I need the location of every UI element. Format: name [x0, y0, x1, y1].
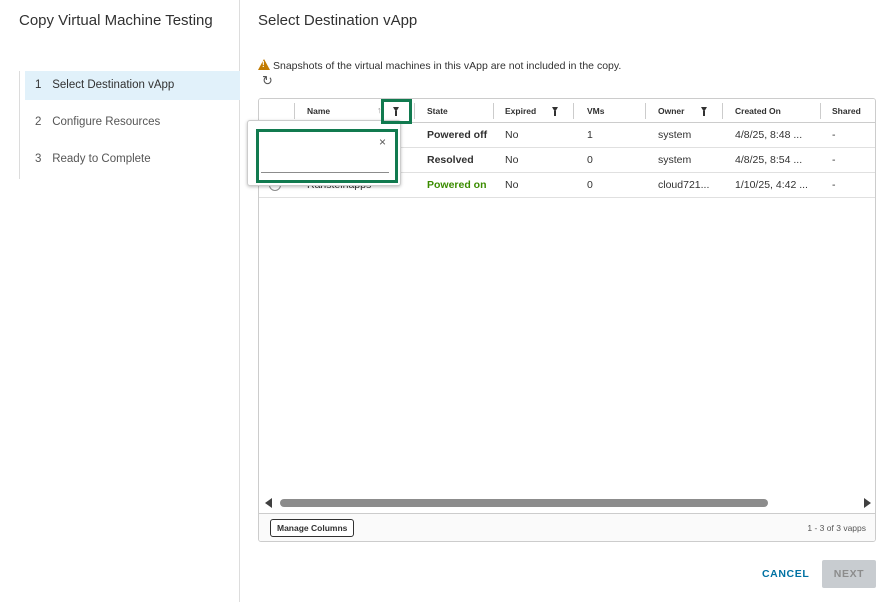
cell-owner: system — [658, 129, 692, 141]
expired-filter-icon[interactable] — [552, 107, 558, 116]
step-number: 2 — [35, 116, 42, 128]
cell-created-on: 4/8/25, 8:48 ... — [735, 129, 803, 141]
cell-vms: 0 — [587, 179, 593, 191]
column-header-vms[interactable]: VMs — [587, 99, 604, 123]
column-separator — [573, 103, 574, 119]
cell-expired: No — [505, 154, 519, 166]
cell-state: Powered off — [427, 129, 488, 141]
column-separator — [493, 103, 494, 119]
filter-input-highlight — [256, 129, 398, 183]
horizontal-scrollbar[interactable] — [265, 497, 871, 509]
cancel-button[interactable]: CANCEL — [752, 563, 819, 585]
column-separator — [722, 103, 723, 119]
wizard-steps: 1 Select Destination vApp 2 Configure Re… — [19, 71, 240, 179]
manage-columns-button[interactable]: Manage Columns — [270, 519, 355, 537]
cell-expired: No — [505, 129, 519, 141]
step-number: 1 — [35, 79, 42, 91]
scrollbar-thumb[interactable] — [280, 499, 768, 507]
wizard-title: Copy Virtual Machine Testing — [19, 12, 213, 29]
column-header-state[interactable]: State — [427, 99, 448, 123]
cell-owner: system — [658, 154, 692, 166]
step-label: Select Destination vApp — [52, 79, 175, 91]
cell-created-on: 4/8/25, 8:54 ... — [735, 154, 803, 166]
column-separator — [414, 103, 415, 119]
step-select-destination-vapp[interactable]: 1 Select Destination vApp — [25, 71, 240, 100]
column-header-created-on[interactable]: Created On — [735, 99, 781, 123]
cell-created-on: 1/10/25, 4:42 ... — [735, 179, 808, 191]
wizard-sidebar: Copy Virtual Machine Testing 1 Select De… — [0, 0, 240, 602]
scroll-left-icon[interactable] — [265, 498, 272, 508]
step-label: Ready to Complete — [52, 153, 151, 165]
step-label: Configure Resources — [52, 116, 161, 128]
scroll-right-icon[interactable] — [864, 498, 871, 508]
cell-expired: No — [505, 179, 519, 191]
column-header-expired[interactable]: Expired — [505, 99, 536, 123]
warning-text: Snapshots of the virtual machines in thi… — [273, 60, 622, 72]
warning-icon — [258, 59, 270, 70]
cell-shared: - — [832, 154, 836, 166]
cell-state: Powered on — [427, 179, 487, 191]
cell-vms: 0 — [587, 154, 593, 166]
cell-vms: 1 — [587, 129, 593, 141]
column-header-owner[interactable]: Owner — [658, 99, 684, 123]
grid-footer: Manage Columns 1 - 3 of 3 vapps — [259, 513, 875, 541]
main-content: Select Destination vApp Snapshots of the… — [240, 0, 887, 602]
cell-shared: - — [832, 179, 836, 191]
column-separator — [645, 103, 646, 119]
snapshot-warning: Snapshots of the virtual machines in thi… — [258, 58, 621, 73]
next-button[interactable]: NEXT — [822, 560, 876, 588]
step-number: 3 — [35, 153, 42, 165]
refresh-icon[interactable]: ↻ — [262, 73, 273, 89]
cell-owner: cloud721... — [658, 179, 710, 191]
column-header-shared[interactable]: Shared — [832, 99, 861, 123]
owner-filter-icon[interactable] — [701, 107, 707, 116]
cell-state: Resolved — [427, 154, 474, 166]
column-separator — [294, 103, 295, 119]
filter-icon-highlight — [381, 99, 412, 124]
step-configure-resources[interactable]: 2 Configure Resources — [20, 108, 240, 137]
step-ready-to-complete[interactable]: 3 Ready to Complete — [20, 145, 240, 174]
page-title: Select Destination vApp — [258, 12, 418, 29]
pagination-info: 1 - 3 of 3 vapps — [807, 523, 866, 533]
cell-shared: - — [832, 129, 836, 141]
column-separator — [820, 103, 821, 119]
